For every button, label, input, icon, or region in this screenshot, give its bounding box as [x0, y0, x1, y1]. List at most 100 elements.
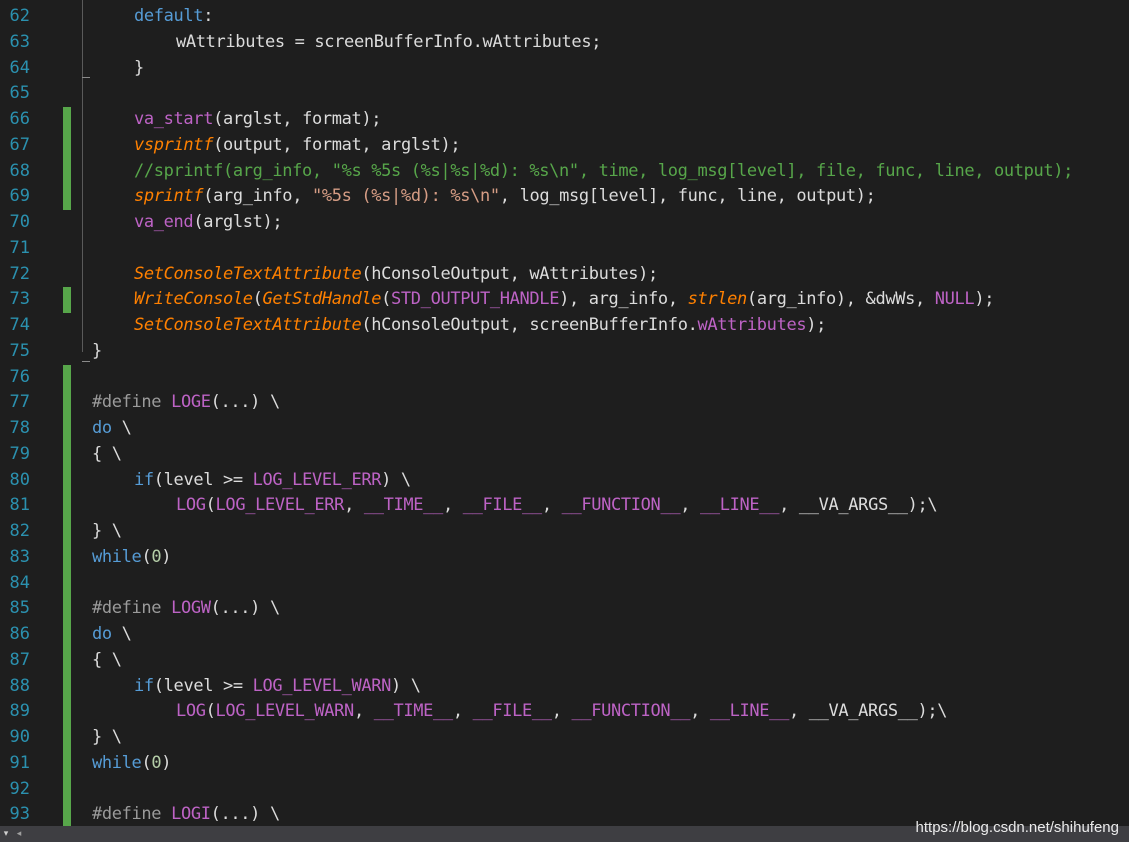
line-number: 87 — [9, 649, 30, 670]
code-token: LOG_LEVEL_ERR — [252, 469, 382, 490]
line-number: 75 — [9, 340, 30, 361]
code-token: log_msg — [519, 186, 590, 207]
change-marker — [63, 132, 71, 159]
code-line[interactable]: 74 SetConsoleTextAttribute(hConsoleOutput… — [0, 313, 1129, 339]
code-token: wAttributes — [529, 263, 639, 284]
scroll-menu-button[interactable]: ▾ — [0, 826, 12, 842]
code-token: ( — [361, 263, 372, 284]
change-marker — [63, 699, 71, 725]
change-marker — [63, 158, 71, 185]
code-token: format — [302, 134, 362, 155]
code-line[interactable]: 62 default: — [0, 4, 1129, 30]
code-line[interactable]: 91 while(0) — [0, 750, 1129, 777]
change-marker — [63, 81, 71, 107]
code-line[interactable]: 75} — [0, 339, 1129, 365]
code-token: while — [92, 752, 142, 773]
code-editor[interactable]: 62 default: 63 wAttributes = screenBufferIn… — [0, 0, 1129, 826]
code-token: __LINE__ — [709, 701, 789, 722]
code-token: ); — [974, 289, 995, 310]
code-text: SetConsoleTextAttribute(hConsoleOutput, … — [134, 262, 658, 288]
code-token: (...) \ — [210, 598, 281, 619]
code-line[interactable]: 81 LOG(LOG_LEVEL_ERR, __TIME__, __FILE__,… — [0, 493, 1129, 519]
code-token: SetConsoleTextAttribute — [134, 315, 362, 335]
code-token: wAttributes — [176, 31, 295, 52]
code-token: );\ — [917, 701, 948, 722]
code-token: SetConsoleTextAttribute — [134, 263, 362, 284]
code-line[interactable]: 90} \ — [0, 725, 1129, 751]
code-token: dwWs — [875, 289, 915, 310]
code-text: } — [134, 56, 144, 82]
code-token: , — [680, 495, 700, 516]
code-token: LOG_LEVEL_WARN — [252, 675, 392, 696]
code-line[interactable]: 86 do \ — [0, 622, 1129, 648]
change-marker — [63, 776, 71, 803]
code-line[interactable]: 89 LOG(LOG_LEVEL_WARN, __TIME__, __FILE__… — [0, 699, 1129, 725]
code-line[interactable]: 76 — [0, 364, 1129, 391]
code-token: ( — [205, 701, 216, 722]
code-token: , — [509, 263, 530, 284]
line-number: 86 — [9, 624, 30, 644]
code-line[interactable]: 80 if(level >= LOG_LEVEL_ERR) \ — [0, 467, 1129, 494]
code-token: output — [222, 134, 283, 155]
code-line[interactable]: 67 vsprintf(output, format, arglst); — [0, 132, 1129, 159]
code-line[interactable]: 72 SetConsoleTextAttribute(hConsoleOutput… — [0, 262, 1129, 288]
code-line[interactable]: 79 { \ — [0, 441, 1129, 468]
code-text: LOG(LOG_LEVEL_WARN, __TIME__, __FILE__, … — [176, 699, 947, 725]
scroll-left-arrow-icon[interactable]: ◂ — [13, 826, 25, 842]
code-token: ( — [153, 469, 164, 490]
code-line[interactable]: 68 //sprintf(arg_info, "%s %5s (%s|%s|%d)… — [0, 158, 1129, 185]
line-number: 79 — [9, 443, 30, 464]
code-token: level — [163, 675, 223, 696]
outline-end-tick — [82, 360, 90, 362]
code-token: ); — [440, 134, 461, 155]
code-line[interactable]: 73 WriteConsole(GetStdHandle(STD_OUTPUT_H… — [0, 287, 1129, 313]
code-token: ); — [855, 186, 876, 207]
code-line[interactable]: 70 va_end(arglst); — [0, 210, 1129, 236]
code-token: screenBufferInfo — [529, 315, 688, 335]
code-line[interactable]: 82} \ — [0, 519, 1129, 545]
line-number: 92 — [9, 778, 30, 799]
code-token: = — [294, 31, 315, 52]
code-text: #define LOGE(...) \ — [92, 390, 280, 416]
code-token: { \ — [92, 443, 122, 464]
code-token: ), & — [835, 289, 876, 310]
code-token: arglst — [381, 134, 441, 155]
code-line[interactable]: 66 va_start(arglst, format); — [0, 107, 1129, 133]
code-token: level — [598, 186, 649, 207]
code-token: ( — [141, 752, 152, 773]
code-token: , — [541, 495, 562, 516]
code-line[interactable]: 84 — [0, 570, 1129, 597]
line-number: 77 — [9, 392, 30, 413]
line-number: 73 — [9, 289, 30, 310]
code-token: \ — [111, 624, 132, 644]
line-number: 91 — [9, 752, 30, 773]
code-line[interactable]: 87 { \ — [0, 647, 1129, 674]
code-line[interactable]: 69 sprintf(arg_info, "%5s (%s|%d): %s\n",… — [0, 184, 1129, 210]
code-line[interactable]: 88 if(level >= LOG_LEVEL_WARN) \ — [0, 673, 1129, 700]
code-text: va_start(arglst, format); — [134, 107, 382, 133]
code-line[interactable]: 71 — [0, 236, 1129, 262]
line-number: 93 — [9, 804, 30, 825]
code-token: 0 — [151, 546, 162, 567]
code-token: , — [452, 701, 473, 722]
code-token: va_start — [134, 109, 214, 129]
code-text: #define LOGW(...) \ — [92, 596, 280, 622]
code-line[interactable]: 77 #define LOGE(...) \ — [0, 390, 1129, 416]
code-text: LOG(LOG_LEVEL_ERR, __TIME__, __FILE__, _… — [176, 493, 938, 519]
code-line[interactable]: 64} — [0, 56, 1129, 82]
code-line[interactable]: 92 — [0, 776, 1129, 803]
line-number: 78 — [9, 418, 30, 438]
code-line[interactable]: 78 do \ — [0, 416, 1129, 442]
line-number: 89 — [9, 701, 30, 722]
code-token: ), — [559, 289, 589, 310]
code-token: , — [282, 134, 303, 155]
code-line[interactable]: 85 #define LOGW(...) \ — [0, 596, 1129, 622]
code-token: ( — [252, 289, 263, 310]
code-token: ) — [161, 752, 172, 773]
line-number: 82 — [9, 521, 30, 541]
code-line[interactable]: 65 — [0, 81, 1129, 107]
code-line[interactable]: 83 while(0) — [0, 544, 1129, 571]
code-line[interactable]: 63 wAttributes = screenBufferInfo.wAttrib… — [0, 30, 1129, 56]
code-token: arg_info — [756, 289, 836, 310]
code-token: __FILE__ — [472, 701, 552, 722]
